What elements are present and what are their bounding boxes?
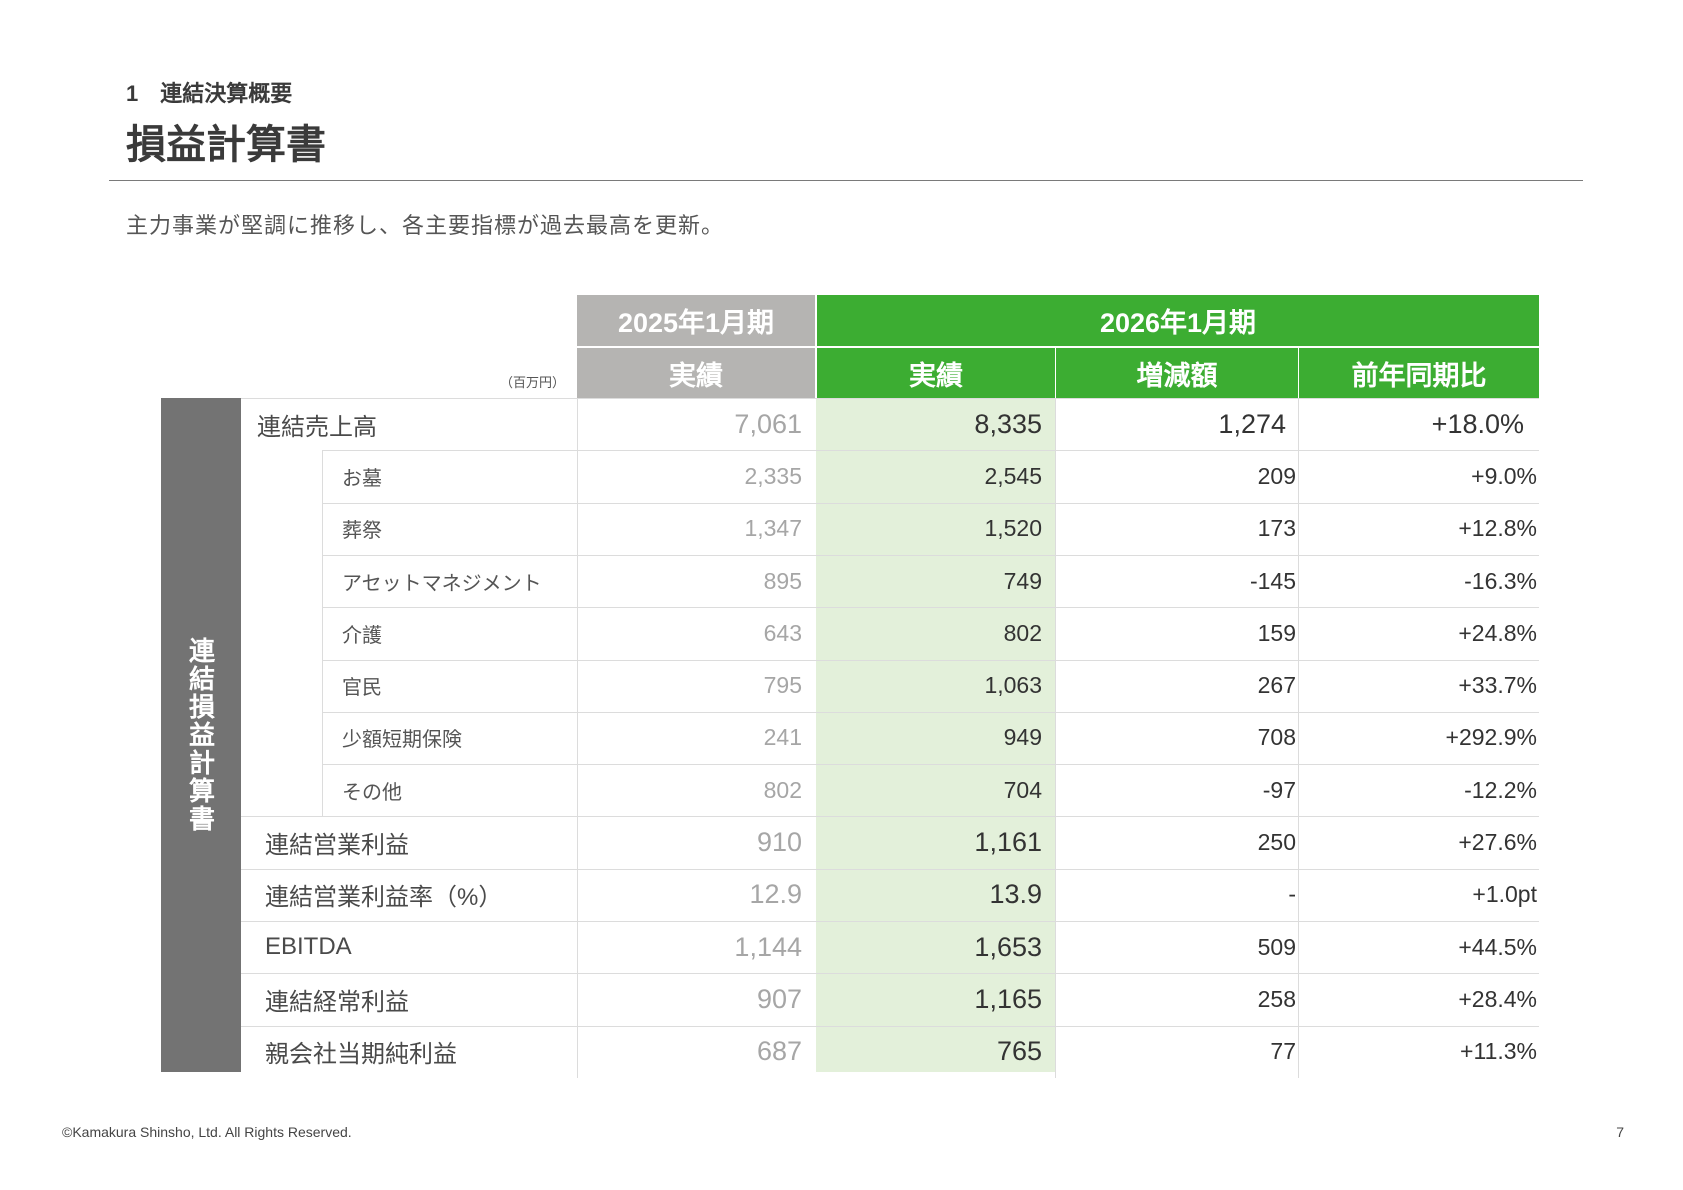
yoy-value: +18.0% (1431, 408, 1524, 439)
page-title: 損益計算書 (126, 123, 326, 167)
row-label: 連結経常利益 (265, 988, 409, 1016)
yoy-value: +9.0% (1471, 462, 1537, 489)
change-value: 77 (1270, 1038, 1296, 1065)
change-value: 250 (1257, 829, 1296, 856)
row-label: 少額短期保険 (342, 729, 462, 752)
prev-actual-value: 643 (763, 619, 802, 646)
row-label: 連結売上高 (257, 413, 377, 441)
unit-label: （百万円） (500, 375, 566, 390)
cur-actual-value: 1,161 (974, 827, 1042, 858)
row-label: EBITDA (265, 933, 352, 961)
change-value: 1,274 (1218, 408, 1286, 439)
yoy-value: +11.3% (1460, 1038, 1537, 1065)
prev-actual-value: 895 (763, 567, 802, 594)
cur-actual-value: 704 (1003, 776, 1042, 803)
title-divider (109, 180, 1583, 181)
copyright: ©Kamakura Shinsho, Ltd. All Rights Reser… (62, 1124, 352, 1140)
cur-actual-value: 1,063 (984, 672, 1042, 699)
change-header: 増減額 (1056, 348, 1298, 398)
yoy-value: +1.0pt (1472, 881, 1537, 908)
prev-actual-header: 実績 (577, 348, 815, 398)
prev-actual-value: 7,061 (734, 408, 802, 439)
prev-actual-value: 687 (756, 1036, 802, 1067)
cur-actual-value: 1,520 (984, 515, 1042, 542)
change-value: 258 (1257, 985, 1296, 1012)
prev-actual-value: 241 (763, 724, 802, 751)
header-divider (1055, 348, 1056, 398)
yoy-value: +24.8% (1458, 619, 1537, 646)
yoy-value: +44.5% (1458, 933, 1537, 960)
prev-actual-value: 1,144 (734, 931, 802, 962)
yoy-value: +12.8% (1458, 515, 1537, 542)
cur-actual-header: 実績 (817, 348, 1055, 398)
change-value: 173 (1257, 515, 1296, 542)
cur-actual-value: 13.9 (989, 879, 1042, 910)
side-label-text: 連結損益計算書 (185, 637, 216, 833)
prev-actual-value: 2,335 (744, 462, 802, 489)
row-label: 葬祭 (342, 520, 382, 543)
header-divider (1298, 348, 1299, 398)
prev-actual-value: 795 (763, 672, 802, 699)
cur-actual-value: 1,653 (974, 931, 1042, 962)
yoy-header: 前年同期比 (1299, 348, 1539, 398)
cur-actual-value: 2,545 (984, 462, 1042, 489)
cur-actual-value: 802 (1003, 619, 1042, 646)
column-divider (322, 450, 323, 817)
page-subtitle: 主力事業が堅調に推移し、各主要指標が過去最高を更新。 (126, 213, 725, 238)
row-label: 連結営業利益率（%） (265, 884, 503, 912)
cur-actual-value: 765 (996, 1036, 1042, 1067)
page-number: 7 (1616, 1124, 1624, 1140)
prev-actual-value: 802 (763, 776, 802, 803)
yoy-value: -12.2% (1464, 776, 1537, 803)
change-value: 267 (1257, 672, 1296, 699)
row-label: お墓 (342, 467, 382, 490)
change-value: 708 (1257, 724, 1296, 751)
cur-actual-value: 949 (1003, 724, 1042, 751)
row-label: 介護 (342, 624, 382, 647)
prev-actual-value: 12.9 (749, 879, 802, 910)
row-label: その他 (342, 781, 402, 804)
change-value: 509 (1257, 933, 1296, 960)
cur-actual-value: 749 (1003, 567, 1042, 594)
yoy-value: +28.4% (1458, 985, 1537, 1012)
change-value: -145 (1249, 567, 1296, 594)
change-value: - (1288, 881, 1296, 908)
yoy-value: +33.7% (1458, 672, 1537, 699)
row-label: アセットマネジメント (342, 572, 542, 595)
prev-actual-value: 907 (756, 983, 802, 1014)
side-label: 連結損益計算書 (161, 398, 241, 1072)
yoy-value: -16.3% (1464, 567, 1537, 594)
prev-actual-value: 910 (756, 827, 802, 858)
change-value: 209 (1257, 462, 1296, 489)
row-label: 連結営業利益 (265, 832, 409, 860)
row-label: 官民 (342, 677, 382, 700)
cur-actual-value: 1,165 (974, 983, 1042, 1014)
change-value: 159 (1257, 619, 1296, 646)
section-label: 1 連結決算概要 (126, 81, 293, 106)
yoy-value: +27.6% (1458, 829, 1537, 856)
period-prev-header: 2025年1月期 (577, 295, 815, 346)
change-value: -97 (1262, 776, 1296, 803)
cur-actual-value: 8,335 (974, 408, 1042, 439)
row-label: 親会社当期純利益 (265, 1041, 457, 1069)
prev-actual-value: 1,347 (744, 515, 802, 542)
yoy-value: +292.9% (1445, 724, 1537, 751)
period-cur-header: 2026年1月期 (817, 295, 1539, 346)
